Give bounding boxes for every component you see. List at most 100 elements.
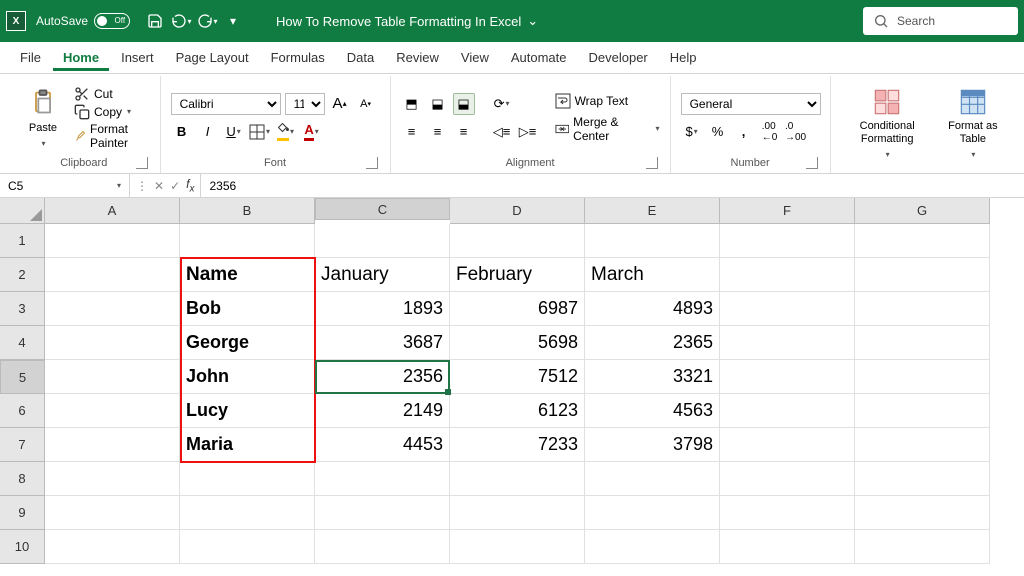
cancel-icon[interactable]: ✕ [154,179,164,193]
cell-B5[interactable]: John [180,360,315,394]
format-painter-button[interactable]: Format Painter [74,122,150,150]
cell-F3[interactable] [720,292,855,326]
number-format-select[interactable]: General [681,93,821,115]
cell-A6[interactable] [45,394,180,428]
cut-button[interactable]: Cut [74,86,150,102]
cell-C3[interactable]: 1893 [315,292,450,326]
cell-F9[interactable] [720,496,855,530]
cell-G3[interactable] [855,292,990,326]
cell-A2[interactable] [45,258,180,292]
name-box[interactable]: C5▾ [0,174,130,197]
cell-A3[interactable] [45,292,180,326]
cell-G8[interactable] [855,462,990,496]
col-header-B[interactable]: B [180,198,315,224]
redo-icon[interactable]: ▾ [196,10,218,32]
row-header-3[interactable]: 3 [0,292,45,326]
cell-G6[interactable] [855,394,990,428]
cell-B1[interactable] [180,224,315,258]
document-title[interactable]: How To Remove Table Formatting In Excel⌄ [276,13,538,29]
row-header-5[interactable]: 5 [0,360,45,394]
borders-button[interactable]: ▾ [249,121,271,143]
cell-B8[interactable] [180,462,315,496]
orientation-icon[interactable]: ⟳▾ [491,93,513,115]
formula-input[interactable]: 2356 [201,179,1024,193]
cell-E6[interactable]: 4563 [585,394,720,428]
row-header-9[interactable]: 9 [0,496,45,530]
cell-D9[interactable] [450,496,585,530]
row-header-4[interactable]: 4 [0,326,45,360]
search-input[interactable]: Search [863,7,1018,35]
cell-B9[interactable] [180,496,315,530]
cell-B7[interactable]: Maria [180,428,315,462]
cell-D8[interactable] [450,462,585,496]
cell-E1[interactable] [585,224,720,258]
cell-A8[interactable] [45,462,180,496]
cell-B2[interactable]: Name [180,258,315,292]
cell-E3[interactable]: 4893 [585,292,720,326]
decrease-indent-icon[interactable]: ◁≡ [491,121,513,143]
cell-E10[interactable] [585,530,720,564]
font-color-button[interactable]: A▾ [301,121,323,143]
row-header-8[interactable]: 8 [0,462,45,496]
font-launcher[interactable] [366,157,378,169]
cell-F5[interactable] [720,360,855,394]
cell-B6[interactable]: Lucy [180,394,315,428]
autosave-toggle[interactable]: Off [94,13,130,29]
copy-button[interactable]: Copy▾ [74,104,150,120]
save-icon[interactable] [144,10,166,32]
row-header-2[interactable]: 2 [0,258,45,292]
cell-G5[interactable] [855,360,990,394]
cell-A10[interactable] [45,530,180,564]
cell-F6[interactable] [720,394,855,428]
cell-E8[interactable] [585,462,720,496]
tab-formulas[interactable]: Formulas [261,44,335,71]
col-header-A[interactable]: A [45,198,180,224]
cell-C8[interactable] [315,462,450,496]
cell-D2[interactable]: February [450,258,585,292]
cell-F10[interactable] [720,530,855,564]
cell-E9[interactable] [585,496,720,530]
italic-button[interactable]: I [197,121,219,143]
cell-G4[interactable] [855,326,990,360]
underline-button[interactable]: U▾ [223,121,245,143]
tab-automate[interactable]: Automate [501,44,577,71]
tab-developer[interactable]: Developer [579,44,658,71]
decrease-decimal-icon[interactable]: .0→00 [785,121,807,143]
align-bottom-icon[interactable]: ⬓ [453,93,475,115]
cell-G10[interactable] [855,530,990,564]
cell-C7[interactable]: 4453 [315,428,450,462]
cell-A4[interactable] [45,326,180,360]
cell-A7[interactable] [45,428,180,462]
tab-help[interactable]: Help [660,44,707,71]
col-header-F[interactable]: F [720,198,855,224]
row-header-10[interactable]: 10 [0,530,45,564]
conditional-formatting-button[interactable]: Conditional Formatting▾ [841,80,934,167]
clipboard-launcher[interactable] [136,157,148,169]
increase-decimal-icon[interactable]: .00←0 [759,121,781,143]
paste-button[interactable]: Paste ▾ [18,80,68,155]
col-header-D[interactable]: D [450,198,585,224]
cell-B3[interactable]: Bob [180,292,315,326]
cell-A9[interactable] [45,496,180,530]
select-all-corner[interactable] [0,198,45,224]
align-middle-icon[interactable]: ⬓ [427,93,449,115]
align-center-icon[interactable]: ≡ [427,121,449,143]
fx-icon[interactable]: fx [186,177,194,194]
merge-center-button[interactable]: Merge & Center▾ [555,115,660,143]
row-header-1[interactable]: 1 [0,224,45,258]
cell-D4[interactable]: 5698 [450,326,585,360]
fill-color-button[interactable]: ▾ [275,121,297,143]
alignment-launcher[interactable] [646,157,658,169]
cell-F2[interactable] [720,258,855,292]
row-header-7[interactable]: 7 [0,428,45,462]
cell-F7[interactable] [720,428,855,462]
cell-E2[interactable]: March [585,258,720,292]
tab-file[interactable]: File [10,44,51,71]
comma-icon[interactable]: , [733,121,755,143]
cell-D7[interactable]: 7233 [450,428,585,462]
cell-C2[interactable]: January [315,258,450,292]
align-left-icon[interactable]: ≡ [401,121,423,143]
cell-G1[interactable] [855,224,990,258]
cell-A1[interactable] [45,224,180,258]
cell-C6[interactable]: 2149 [315,394,450,428]
